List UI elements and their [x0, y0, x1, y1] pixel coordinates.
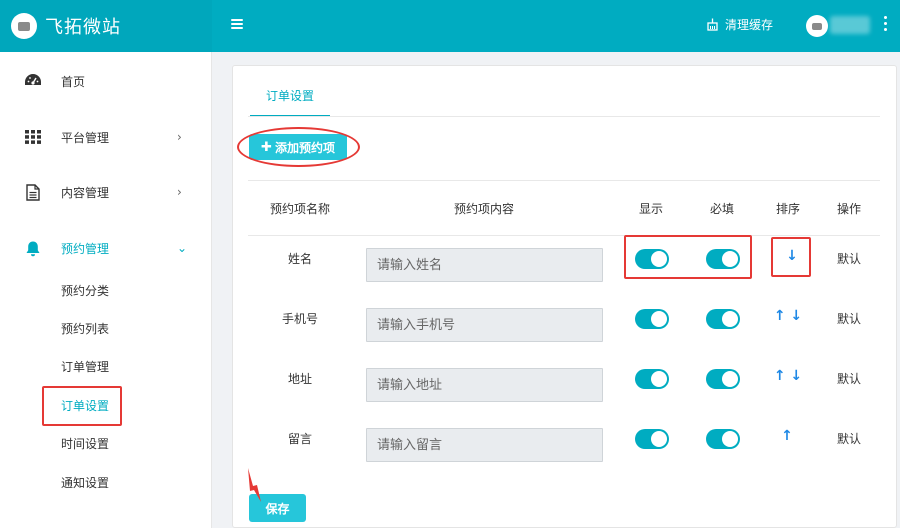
- show-toggle[interactable]: [635, 309, 669, 329]
- sidebar-item-home[interactable]: 首页: [0, 59, 212, 103]
- brand-logo: [11, 13, 37, 39]
- sort-arrow-icon[interactable]: ↑ ↓: [771, 308, 805, 324]
- message-input[interactable]: [366, 428, 603, 462]
- name-input[interactable]: [366, 248, 603, 282]
- dashboard-icon: [24, 72, 42, 90]
- sort-controls[interactable]: ↑: [778, 428, 796, 444]
- column-header-required: 必填: [709, 202, 735, 216]
- sort-arrow-icon[interactable]: ↑: [778, 428, 796, 444]
- sidebar-subitem-order-settings[interactable]: 订单设置: [61, 396, 109, 416]
- clear-cache-label: 清理缓存: [725, 18, 774, 32]
- sidebar: 首页 平台管理 › 内容管理 › 预约管理 ⌄ 预约分类 预约列表 订单管理 订…: [0, 52, 212, 528]
- sort-arrow-icon[interactable]: ↓: [783, 248, 801, 264]
- sidebar-subitem[interactable]: 预约列表: [61, 319, 109, 339]
- bell-icon: [24, 239, 42, 257]
- divider: [248, 180, 880, 181]
- document-icon: [24, 183, 42, 201]
- required-toggle[interactable]: [706, 429, 740, 449]
- row-action[interactable]: 默认: [837, 250, 861, 267]
- row-name: 留言: [287, 432, 313, 446]
- hamburger-menu-icon[interactable]: [228, 17, 246, 35]
- column-header-name: 预约项名称: [269, 202, 331, 216]
- tab-order-settings[interactable]: 订单设置: [250, 85, 330, 117]
- chevron-right-icon: ›: [177, 130, 182, 144]
- sidebar-item-label: 预约管理: [61, 241, 110, 256]
- sidebar-item-label: 首页: [61, 74, 86, 89]
- grid-icon: [24, 128, 42, 146]
- column-header-show: 显示: [638, 202, 664, 216]
- sidebar-subitem[interactable]: 订单管理: [61, 357, 109, 377]
- row-name: 手机号: [281, 312, 319, 326]
- save-button[interactable]: 保存: [249, 494, 306, 522]
- divider: [248, 235, 880, 236]
- top-bar: 飞拓微站 清理缓存: [0, 0, 900, 52]
- sort-controls[interactable]: ↑ ↓: [771, 308, 805, 324]
- clear-cache-button[interactable]: 清理缓存: [706, 16, 773, 33]
- sidebar-item-content[interactable]: 内容管理 ›: [0, 170, 212, 214]
- cleaner-icon: [707, 18, 718, 31]
- column-header-sort: 排序: [775, 202, 801, 216]
- column-header-action: 操作: [836, 202, 862, 216]
- add-button-label: 添加预约项: [274, 140, 335, 155]
- add-booking-item-button[interactable]: ✚ 添加预约项: [249, 134, 347, 160]
- column-header-content: 预约项内容: [453, 202, 515, 216]
- sidebar-item-label: 内容管理: [61, 185, 110, 200]
- tab-divider: [248, 116, 880, 117]
- sort-arrow-icon[interactable]: ↑ ↓: [771, 368, 805, 384]
- address-input[interactable]: [366, 368, 603, 402]
- sidebar-item-platform[interactable]: 平台管理 ›: [0, 115, 212, 159]
- sidebar-subitem[interactable]: 预约分类: [61, 281, 109, 301]
- chevron-right-icon: ›: [177, 185, 182, 199]
- avatar[interactable]: [806, 15, 828, 37]
- more-options-icon[interactable]: [882, 16, 888, 36]
- sidebar-subitem[interactable]: 时间设置: [61, 434, 109, 454]
- row-name: 姓名: [287, 252, 313, 266]
- show-toggle[interactable]: [635, 369, 669, 389]
- row-name: 地址: [287, 372, 313, 386]
- show-toggle[interactable]: [635, 429, 669, 449]
- brand-name: 飞拓微站: [45, 17, 121, 38]
- row-action[interactable]: 默认: [837, 430, 861, 447]
- sort-controls[interactable]: ↑ ↓: [771, 368, 805, 384]
- sidebar-item-booking[interactable]: 预约管理 ⌄: [0, 226, 212, 270]
- row-action[interactable]: 默认: [837, 370, 861, 387]
- sidebar-item-label: 平台管理: [61, 130, 110, 145]
- required-toggle[interactable]: [706, 249, 740, 269]
- sort-controls[interactable]: ↓: [783, 248, 801, 264]
- brand[interactable]: 飞拓微站: [0, 0, 212, 52]
- username-redacted[interactable]: [830, 16, 870, 34]
- sidebar-subitem[interactable]: 通知设置: [61, 473, 109, 493]
- plus-icon: ✚: [261, 139, 272, 155]
- chevron-down-icon: ⌄: [177, 241, 188, 255]
- show-toggle[interactable]: [635, 249, 669, 269]
- required-toggle[interactable]: [706, 369, 740, 389]
- required-toggle[interactable]: [706, 309, 740, 329]
- phone-input[interactable]: [366, 308, 603, 342]
- row-action[interactable]: 默认: [837, 310, 861, 327]
